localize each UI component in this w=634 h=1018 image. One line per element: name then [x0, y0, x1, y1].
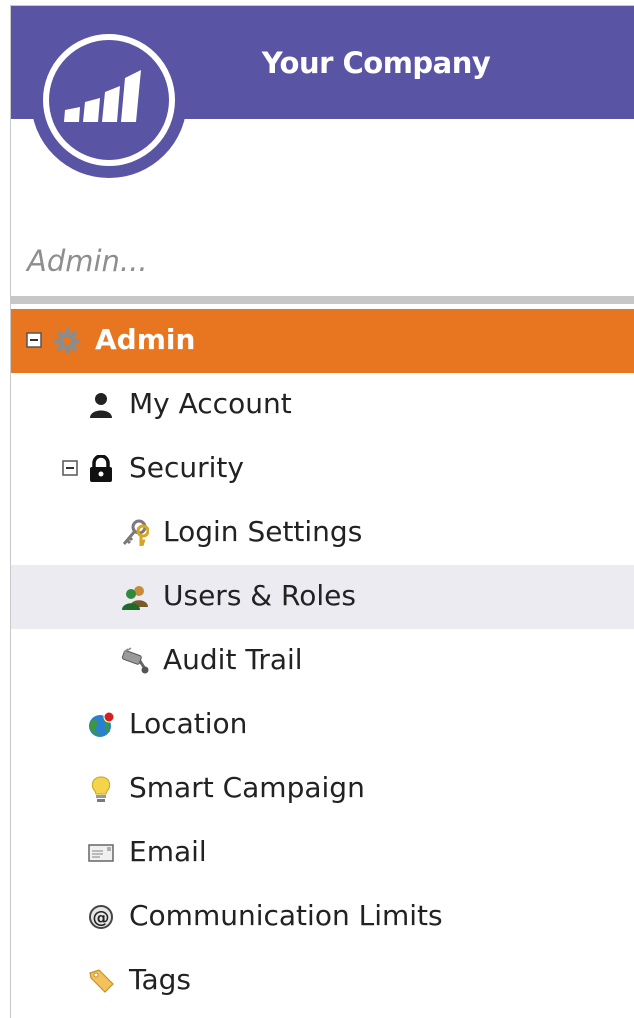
admin-navigation-panel: Your Company Admin... Admin My Account S… — [10, 5, 634, 1018]
tree-item-label: Admin — [95, 323, 196, 356]
company-name: Your Company — [261, 46, 491, 80]
tree-item-label: Tags — [129, 963, 191, 996]
tree-item-label: Smart Campaign — [129, 771, 365, 804]
collapse-toggle-icon[interactable] — [26, 332, 42, 348]
lightbulb-icon — [91, 776, 111, 802]
tree-item-communication-limits[interactable]: @ Communication Limits — [11, 885, 634, 949]
tree-item-label: Users & Roles — [163, 579, 356, 612]
tree-item-label: Email — [129, 835, 207, 868]
tree-item-my-account[interactable]: My Account — [11, 373, 634, 437]
tree-item-location[interactable]: Location — [11, 693, 634, 757]
tree-item-login-settings[interactable]: Login Settings — [11, 501, 634, 565]
camera-icon — [121, 647, 149, 674]
tree-item-audit-trail[interactable]: Audit Trail — [11, 629, 634, 693]
tree-item-security[interactable]: Security — [11, 437, 634, 501]
tree-item-label: Login Settings — [163, 515, 363, 548]
envelope-icon — [88, 844, 114, 862]
tree-item-label: My Account — [129, 387, 292, 420]
divider — [11, 296, 634, 304]
tree-item-label: Communication Limits — [129, 899, 443, 932]
search-input[interactable]: Admin... — [27, 244, 148, 278]
svg-text:@: @ — [93, 908, 110, 928]
tree-item-label: Audit Trail — [163, 643, 303, 676]
tree-item-smart-campaign[interactable]: Smart Campaign — [11, 757, 634, 821]
tree-item-admin[interactable]: Admin — [11, 309, 634, 373]
marketo-logo-icon[interactable] — [31, 22, 187, 178]
tree-item-users-roles[interactable]: Users & Roles — [11, 565, 634, 629]
globe-icon — [89, 711, 115, 737]
lock-icon — [90, 455, 112, 482]
tree-item-label: Security — [129, 451, 244, 484]
at-sign-icon: @ — [89, 905, 113, 929]
tree-item-label: Location — [129, 707, 248, 740]
users-icon — [122, 586, 148, 610]
gear-icon — [54, 328, 80, 354]
tree-item-email[interactable]: Email — [11, 821, 634, 885]
person-icon — [90, 393, 112, 418]
collapse-toggle-icon[interactable] — [62, 460, 78, 476]
tag-icon — [89, 969, 114, 993]
tree-item-tags[interactable]: Tags — [11, 949, 634, 1013]
keys-icon — [122, 519, 149, 546]
